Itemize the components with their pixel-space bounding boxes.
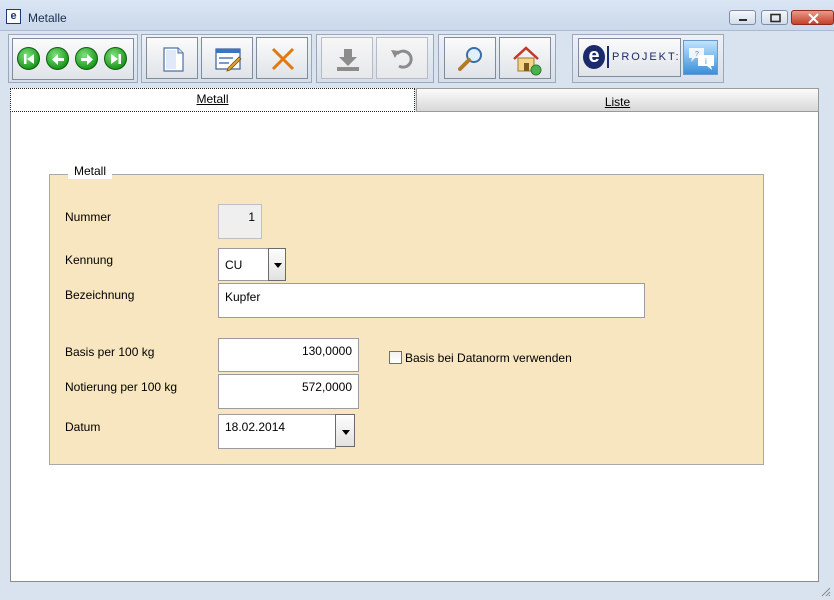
maximize-button[interactable] [761,10,788,25]
first-record-button[interactable] [17,47,40,70]
chevron-down-icon [342,430,350,435]
save-icon [337,49,359,71]
metall-groupbox [49,174,764,465]
previous-record-button[interactable] [46,47,69,70]
help-chat-button[interactable]: ? i [683,40,718,75]
kennung-label: Kennung [65,253,114,267]
groupbox-title: Metall [68,163,113,179]
arrow-left-icon [52,54,64,65]
datanorm-checkbox[interactable] [389,351,402,364]
search-icon [458,47,482,71]
delete-button[interactable] [256,37,308,79]
tab-liste[interactable]: Liste [416,88,819,112]
undo-button[interactable] [376,37,428,79]
notierung-input[interactable]: 572,0000 [218,374,359,409]
app-icon: e [6,9,21,24]
logo-text: PROJEKT: [612,51,681,63]
tab-metall-label: Metall [196,92,229,106]
bezeichnung-label: Bezeichnung [65,288,135,302]
save-button[interactable] [321,37,373,79]
window-title: Metalle [28,11,67,25]
edit-form-icon [215,48,242,72]
search-button[interactable] [444,37,496,79]
delete-icon [271,47,295,71]
minimize-button[interactable] [729,10,756,25]
home-icon [513,46,542,76]
new-document-button[interactable] [146,37,198,79]
nummer-label: Nummer [65,210,112,224]
svg-text:i: i [705,57,707,66]
first-record-icon [24,54,34,64]
edit-form-button[interactable] [201,37,253,79]
notierung-label: Notierung per 100 kg [65,380,178,394]
last-record-icon [111,54,121,64]
eprojekt-logo: e PROJEKT: [578,38,681,77]
chevron-down-icon [274,263,282,268]
svg-text:?: ? [695,51,699,58]
home-button[interactable] [499,37,551,79]
kennung-select[interactable]: CU [218,248,269,281]
last-record-button[interactable] [104,47,127,70]
kennung-dropdown-button[interactable] [268,248,286,281]
datum-label: Datum [65,420,101,434]
arrow-right-icon [81,54,93,65]
new-document-icon [163,47,184,72]
basis-label: Basis per 100 kg [65,345,155,359]
tab-liste-label: Liste [604,95,631,109]
logo-e: e [583,45,605,69]
title-bar [0,0,834,31]
close-icon [808,13,819,24]
minimize-icon [739,19,747,21]
bezeichnung-input[interactable]: Kupfer [218,283,645,318]
datum-input[interactable]: 18.02.2014 [218,414,336,449]
nummer-field: 1 [218,204,262,239]
datanorm-label: Basis bei Datanorm verwenden [405,351,572,365]
maximize-icon [770,13,781,23]
next-record-button[interactable] [75,47,98,70]
resize-grip-icon[interactable] [819,585,831,597]
close-button[interactable] [791,10,834,25]
chat-help-icon: ? i [689,48,714,70]
undo-icon [391,49,413,69]
logo-divider [607,46,609,68]
tab-metall[interactable]: Metall [10,88,415,112]
datum-dropdown-button[interactable] [335,414,355,447]
basis-input[interactable]: 130,0000 [218,338,359,372]
